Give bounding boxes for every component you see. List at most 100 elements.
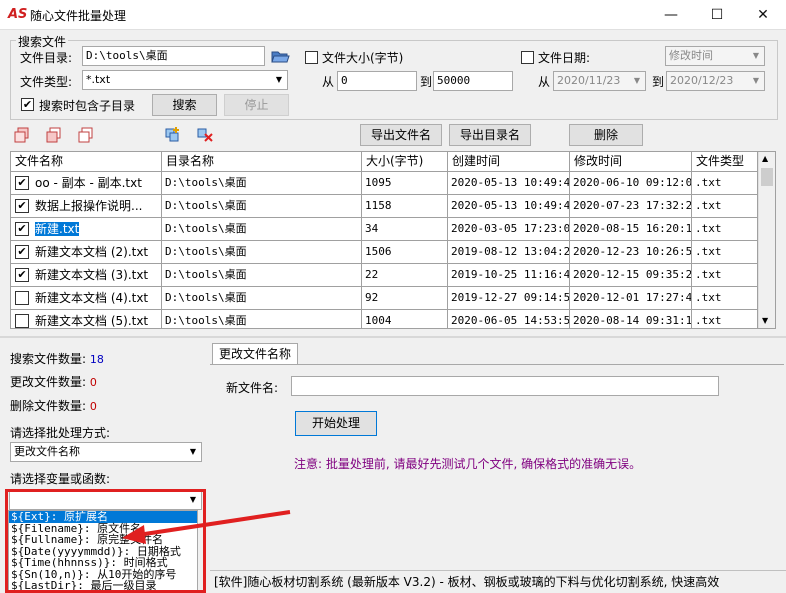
subdir-checkbox[interactable]: ✔ [21, 98, 34, 111]
folder-browse-icon[interactable] [270, 46, 290, 66]
size-from-label: 从 [322, 75, 335, 89]
row-checkbox[interactable]: ✔ [15, 222, 29, 236]
file-name-text: 数据上报操作说明... [35, 199, 143, 213]
dir-input[interactable]: D:\tools\桌面 [82, 46, 265, 66]
col-header-type[interactable]: 文件类型 [692, 152, 758, 172]
search-button[interactable]: 搜索 [152, 94, 217, 116]
size-to-input[interactable]: 50000 [433, 71, 513, 91]
date-field-select[interactable]: 修改时间 ▼ [665, 46, 765, 66]
col-header-size[interactable]: 大小(字节) [362, 152, 448, 172]
splitter[interactable] [0, 336, 786, 338]
app-logo-icon: AS [8, 7, 28, 22]
file-name-text: oo - 副本 - 副本.txt [35, 176, 142, 190]
size-filter-checkbox[interactable] [305, 51, 318, 64]
chevron-down-icon: ▼ [752, 76, 760, 85]
col-header-name[interactable]: 文件名称 [11, 152, 162, 172]
cell-name: ✔ 新建文本文档 (3).txt [11, 264, 162, 287]
status-bar: [软件]随心板材切割系统 (最新版本 V3.2) - 板材、钢板或玻璃的下料与优… [210, 570, 786, 593]
window-title: 随心文件批量处理 [30, 9, 127, 23]
changed-count: 更改文件数量: 0 [10, 373, 97, 390]
date-field-value: 修改时间 [669, 49, 713, 62]
cell-dir: D:\tools\桌面 [162, 264, 362, 287]
export-names-button[interactable]: 导出文件名 [360, 124, 442, 146]
invert-select-icon[interactable] [45, 126, 63, 144]
cell-modified: 2020-12-01 17:27:46 [570, 287, 692, 310]
changed-label: 更改文件数量: [10, 375, 87, 389]
date-from-label: 从 [538, 75, 551, 89]
row-checkbox[interactable]: ✔ [15, 199, 29, 213]
size-filter-label: 文件大小(字节) [322, 51, 404, 65]
add-files-icon[interactable] [164, 126, 182, 144]
found-count: 搜索文件数量: 18 [10, 350, 104, 367]
method-select-value: 更改文件名称 [14, 445, 80, 458]
maximize-button[interactable]: ☐ [694, 0, 740, 30]
cell-modified: 2020-07-23 17:32:25 [570, 195, 692, 218]
cell-dir: D:\tools\桌面 [162, 172, 362, 195]
cell-modified: 2020-12-23 10:26:55 [570, 241, 692, 264]
changed-value: 0 [89, 376, 97, 389]
cell-size: 92 [362, 287, 448, 310]
date-filter-checkbox[interactable] [521, 51, 534, 64]
scroll-down-icon[interactable]: ▼ [762, 316, 768, 325]
row-checkbox[interactable]: ✔ [15, 245, 29, 259]
subdir-label: 搜索时包含子目录 [39, 99, 136, 113]
delete-button[interactable]: 删除 [569, 124, 643, 146]
search-group-label: 搜索文件 [16, 33, 69, 50]
found-label: 搜索文件数量: [10, 352, 87, 366]
cell-size: 1158 [362, 195, 448, 218]
cell-type: .txt [692, 241, 758, 264]
col-header-modified[interactable]: 修改时间 [570, 152, 692, 172]
cell-created: 2019-12-27 09:14:50 [448, 287, 570, 310]
cell-type: .txt [692, 287, 758, 310]
new-name-input[interactable] [291, 376, 719, 396]
start-button[interactable]: 开始处理 [295, 411, 377, 436]
col-header-created[interactable]: 创建时间 [448, 152, 570, 172]
chevron-down-icon: ▼ [189, 447, 197, 456]
row-checkbox[interactable]: ✔ [15, 176, 29, 190]
chevron-down-icon: ▼ [752, 51, 760, 60]
cell-size: 22 [362, 264, 448, 287]
dir-label: 文件目录: [20, 51, 73, 65]
size-to-label: 到 [420, 75, 433, 89]
new-name-label: 新文件名: [226, 381, 279, 395]
table-scrollbar[interactable]: ▲ ▼ [758, 152, 775, 328]
tab-rename[interactable]: 更改文件名称 [212, 343, 299, 365]
remove-files-icon[interactable] [196, 126, 214, 144]
minimize-button[interactable]: — [648, 0, 694, 30]
date-to-value: 2020/12/23 [670, 74, 734, 87]
cell-name: ✔ 新建文本文档 (2).txt [11, 241, 162, 264]
cell-dir: D:\tools\桌面 [162, 287, 362, 310]
cell-created: 2019-08-12 13:04:25 [448, 241, 570, 264]
method-select[interactable]: 更改文件名称 ▼ [10, 442, 202, 462]
date-to-label: 到 [652, 75, 665, 89]
cell-name: ✔ 新建.txt [11, 218, 162, 241]
cell-created: 2020-05-13 10:49:44 [448, 172, 570, 195]
scroll-up-icon[interactable]: ▲ [762, 154, 768, 163]
type-select[interactable]: *.txt ▼ [82, 70, 288, 90]
col-header-dir[interactable]: 目录名称 [162, 152, 362, 172]
date-to-picker[interactable]: 2020/12/23 ▼ [666, 71, 765, 91]
date-from-value: 2020/11/23 [557, 74, 621, 87]
size-from-input[interactable]: 0 [337, 71, 417, 91]
file-name-text: 新建.txt [35, 222, 80, 236]
file-name-text: 新建文本文档 (2).txt [35, 245, 149, 259]
export-dirs-button[interactable]: 导出目录名 [449, 124, 531, 146]
file-name-text: 新建文本文档 (3).txt [35, 268, 149, 282]
row-checkbox[interactable] [15, 291, 29, 305]
cell-dir: D:\tools\桌面 [162, 218, 362, 241]
cell-size: 1506 [362, 241, 448, 264]
cell-dir: D:\tools\桌面 [162, 241, 362, 264]
file-table[interactable]: 文件名称 目录名称 大小(字节) 创建时间 修改时间 文件类型 ✔ oo - 副本… [10, 151, 776, 329]
stop-button[interactable]: 停止 [224, 94, 289, 116]
row-checkbox[interactable]: ✔ [15, 268, 29, 282]
cell-dir: D:\tools\桌面 [162, 310, 362, 328]
cell-created: 2019-10-25 11:16:48 [448, 264, 570, 287]
row-checkbox[interactable] [15, 314, 29, 328]
close-button[interactable]: ✕ [740, 0, 786, 30]
deselect-all-icon[interactable] [77, 126, 95, 144]
cell-type: .txt [692, 310, 758, 328]
date-from-picker[interactable]: 2020/11/23 ▼ [553, 71, 646, 91]
scroll-thumb[interactable] [761, 168, 773, 186]
select-all-icon[interactable] [13, 126, 31, 144]
deleted-count: 删除文件数量: 0 [10, 397, 97, 414]
